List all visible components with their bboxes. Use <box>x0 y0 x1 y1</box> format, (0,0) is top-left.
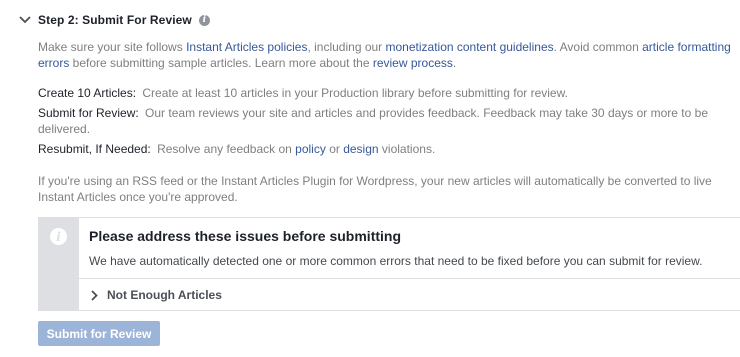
monetization-guidelines-link[interactable]: monetization content guidelines <box>386 40 554 54</box>
rss-note: If you're using an RSS feed or the Insta… <box>38 174 712 204</box>
step-title: Step 2: Submit For Review <box>38 13 192 27</box>
issues-sidebar: i <box>39 218 79 310</box>
step-term: Submit for Review: <box>38 106 139 120</box>
chevron-right-icon <box>91 289 101 301</box>
info-icon[interactable]: i <box>198 14 210 26</box>
step-row-resubmit: Resubmit, If Needed: Resolve any feedbac… <box>38 142 436 156</box>
review-process-link[interactable]: review process <box>373 56 453 70</box>
step-row-submit: Submit for Review: Our team reviews your… <box>38 105 738 137</box>
steps-list: Create 10 Articles: Create at least 10 a… <box>38 85 738 161</box>
divider <box>79 278 740 279</box>
issues-title: Please address these issues before submi… <box>89 228 402 244</box>
step-term: Create 10 Articles: <box>38 86 137 100</box>
design-link[interactable]: design <box>343 142 378 156</box>
step-text: Create at least 10 articles in your Prod… <box>142 86 568 100</box>
issues-panel: i Please address these issues before sub… <box>38 217 740 311</box>
policy-link[interactable]: policy <box>295 142 326 156</box>
issues-description: We have automatically detected one or mo… <box>89 254 703 268</box>
chevron-down-icon[interactable] <box>18 13 32 27</box>
issue-label: Not Enough Articles <box>107 288 222 302</box>
instant-articles-policies-link[interactable]: Instant Articles policies <box>186 40 307 54</box>
submit-for-review-button[interactable]: Submit for Review <box>38 321 160 346</box>
step-term: Resubmit, If Needed: <box>38 142 151 156</box>
step-header[interactable]: Step 2: Submit For Review i <box>18 11 210 29</box>
intro-paragraph: Make sure your site follows Instant Arti… <box>38 40 731 70</box>
info-icon: i <box>50 228 67 245</box>
issue-item-not-enough-articles[interactable]: Not Enough Articles <box>91 288 222 302</box>
step-row-create: Create 10 Articles: Create at least 10 a… <box>38 85 738 101</box>
